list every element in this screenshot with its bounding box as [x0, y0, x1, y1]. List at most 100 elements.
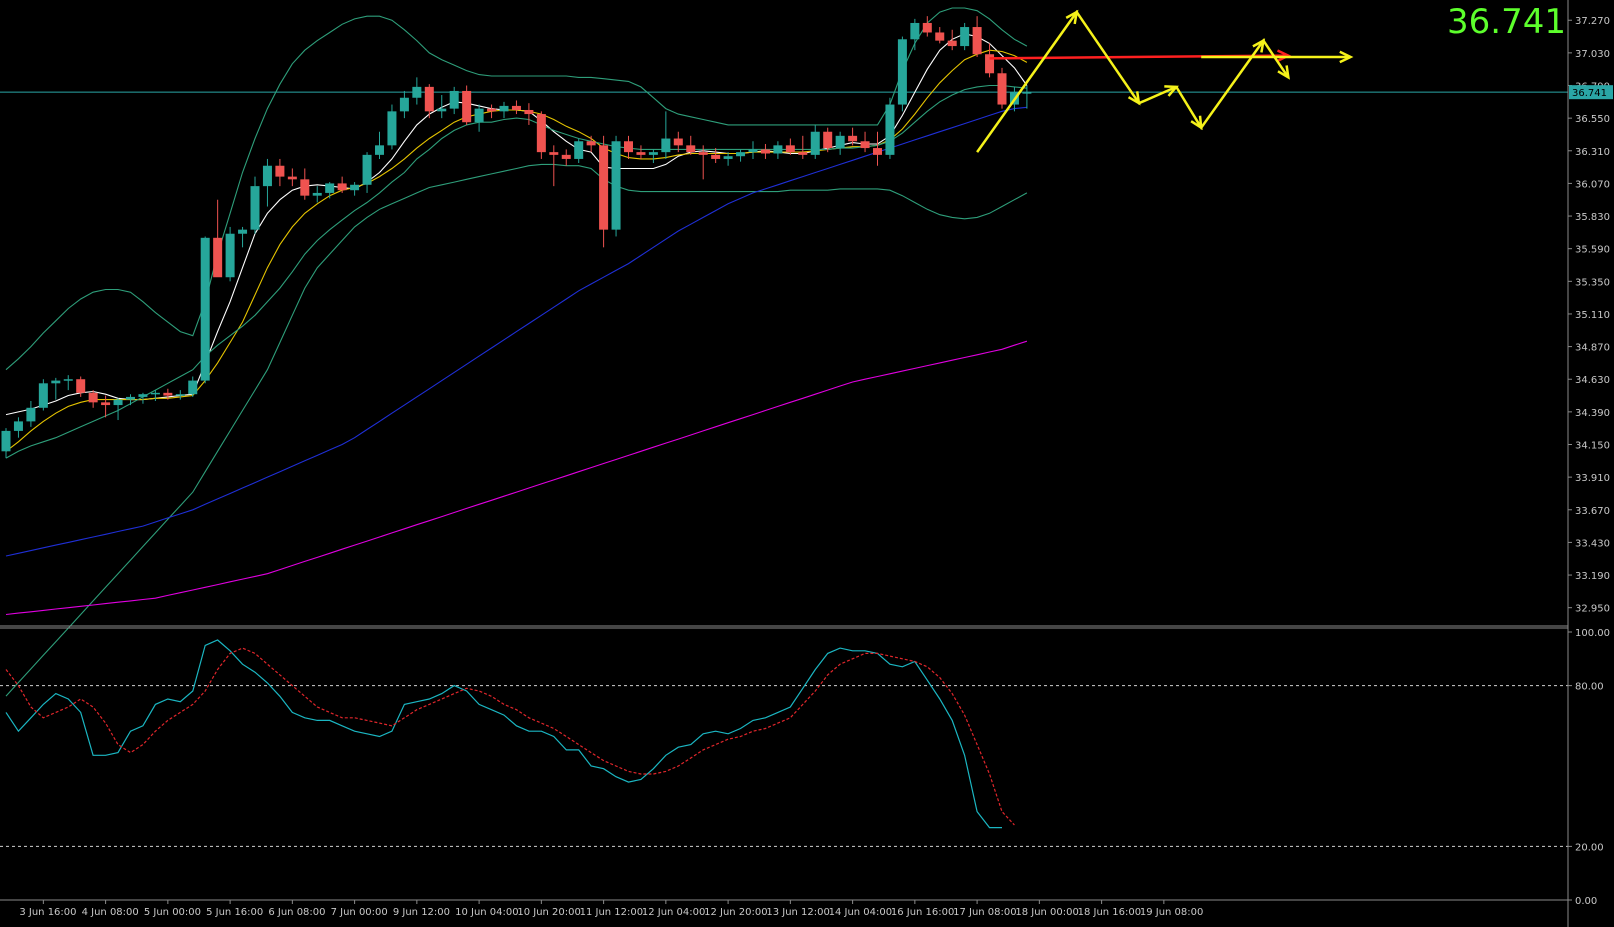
candle-body: [661, 138, 671, 153]
y-tick-label: 34.390: [1575, 408, 1610, 419]
candle-body: [387, 111, 397, 146]
candle-body: [150, 392, 160, 395]
candle-body: [511, 105, 521, 110]
y-tick-label: 34.870: [1575, 343, 1610, 354]
x-tick-label: 18 Jun 16:00: [1078, 907, 1142, 918]
candle-body: [412, 86, 422, 98]
candle-body: [1022, 92, 1032, 94]
candle-body: [499, 105, 509, 112]
candle-body: [462, 90, 472, 123]
candle-body: [586, 141, 596, 146]
candle-body: [897, 39, 907, 105]
x-tick-label: 19 Jun 08:00: [1140, 907, 1204, 918]
x-tick-label: 9 Jun 12:00: [393, 907, 450, 918]
candle-body: [487, 108, 497, 112]
x-tick-label: 12 Jun 04:00: [642, 907, 706, 918]
candle-body: [325, 183, 335, 193]
y-tick-label: 36.310: [1575, 147, 1610, 158]
x-tick-label: 11 Jun 12:00: [580, 907, 644, 918]
candle-body: [200, 237, 210, 381]
candle-body: [337, 183, 347, 191]
candle-body: [885, 104, 895, 155]
candle-body: [910, 22, 920, 40]
candle-body: [611, 141, 621, 230]
candle-body: [262, 165, 272, 187]
x-tick-label: 3 Jun 16:00: [19, 907, 76, 918]
candle-body: [549, 152, 559, 155]
y-tick-label: 35.590: [1575, 245, 1610, 256]
osc-y-tick-label: 100.00: [1575, 628, 1610, 639]
candle-body: [175, 394, 185, 396]
y-tick-label: 33.670: [1575, 506, 1610, 517]
y-tick-label: 36.070: [1575, 179, 1610, 190]
x-tick-label: 16 Jun 16:00: [891, 907, 955, 918]
candle-body: [26, 407, 36, 422]
y-tick-label: 37.030: [1575, 49, 1610, 60]
current-price-tag-text: 36.741: [1572, 88, 1607, 99]
x-tick-label: 10 Jun 04:00: [455, 907, 519, 918]
candle-body: [524, 109, 534, 115]
x-tick-label: 5 Jun 00:00: [144, 907, 201, 918]
candle-body: [350, 184, 360, 191]
candle-body: [138, 394, 148, 397]
y-tick-label: 33.910: [1575, 473, 1610, 484]
candle-body: [823, 131, 833, 149]
x-tick-label: 5 Jun 16:00: [206, 907, 263, 918]
candle-body: [972, 27, 982, 55]
candle-body: [997, 73, 1007, 105]
candle-body: [748, 149, 758, 153]
candle-body: [624, 141, 633, 153]
candle-body: [375, 145, 384, 155]
candle-body: [88, 392, 98, 403]
candle-body: [935, 32, 945, 41]
x-tick-label: 12 Jun 20:00: [704, 907, 768, 918]
trading-chart[interactable]: 37.27037.03036.79036.55036.31036.07035.8…: [0, 0, 1614, 927]
candle-body: [126, 396, 135, 400]
candle-body: [698, 152, 708, 155]
candle-body: [760, 149, 770, 154]
x-tick-label: 4 Jun 08:00: [82, 907, 139, 918]
x-tick-label: 14 Jun 04:00: [829, 907, 893, 918]
osc-y-tick-label: 0.00: [1575, 896, 1597, 907]
candle-body: [835, 135, 845, 149]
candle-body: [785, 145, 795, 153]
indicator-line: [5, 33, 1028, 416]
x-tick-label: 7 Jun 00:00: [331, 907, 388, 918]
x-tick-label: 10 Jun 20:00: [517, 907, 581, 918]
candle-body: [437, 108, 447, 112]
candle-body: [362, 154, 372, 185]
candle-body: [599, 145, 609, 230]
candle-body: [723, 156, 733, 159]
indicator-line: [5, 84, 1027, 459]
candle-body: [922, 22, 932, 33]
stochastic-panel[interactable]: [0, 639, 1568, 847]
candle-body: [574, 141, 584, 159]
candle-body: [399, 97, 409, 112]
y-tick-label: 37.270: [1575, 16, 1610, 27]
osc-y-tick-label: 20.00: [1575, 842, 1604, 853]
candle-body: [686, 145, 696, 153]
candle-body: [1, 430, 11, 452]
candle-body: [287, 176, 297, 180]
candle-body: [449, 90, 459, 109]
y-tick-label: 34.150: [1575, 441, 1610, 452]
candle-body: [873, 148, 882, 155]
y-tick-label: 35.830: [1575, 212, 1610, 223]
stoch-main-line: [5, 639, 1002, 829]
price-panel[interactable]: [0, 7, 1568, 697]
x-tick-label: 17 Jun 08:00: [953, 907, 1017, 918]
candle-body: [250, 186, 260, 230]
candle-body: [113, 399, 123, 406]
candle-body: [848, 135, 858, 142]
x-tick-label: 13 Jun 12:00: [766, 907, 830, 918]
candle-body: [300, 179, 310, 196]
candle-body: [312, 192, 322, 196]
candle-body: [63, 379, 73, 381]
y-tick-label: 35.110: [1575, 310, 1610, 321]
candle-body: [38, 383, 48, 408]
candle-body: [561, 154, 571, 159]
axes: 37.27037.03036.79036.55036.31036.07035.8…: [0, 0, 1613, 927]
candle-body: [163, 392, 173, 396]
candle-body: [711, 154, 721, 159]
candle-body: [636, 152, 646, 155]
